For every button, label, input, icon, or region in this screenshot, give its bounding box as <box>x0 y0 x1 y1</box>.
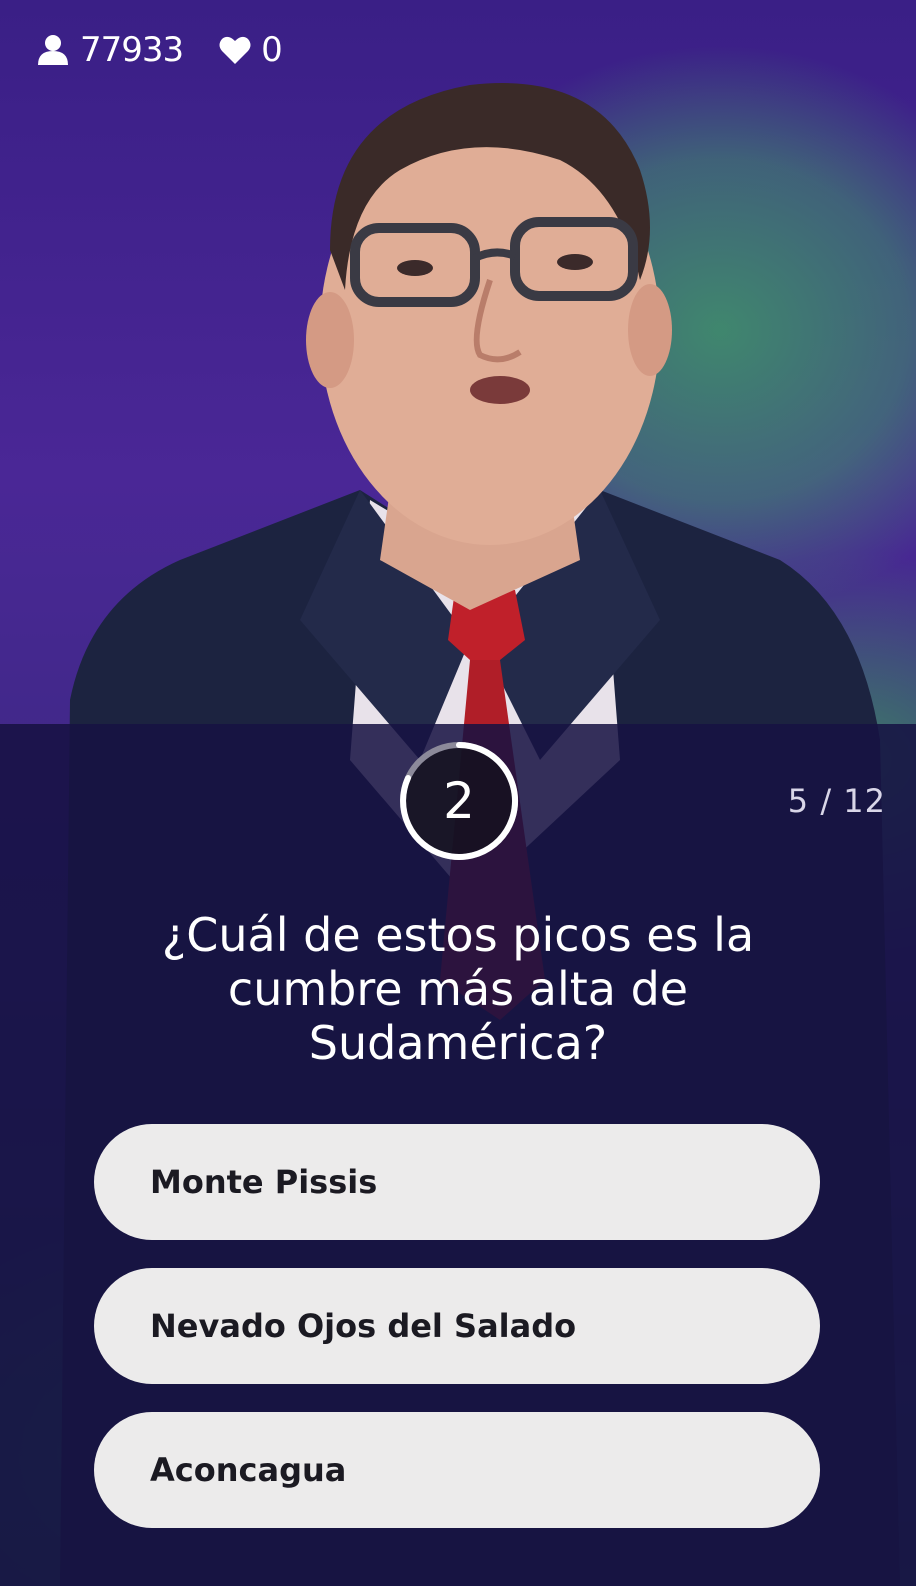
answer-option-1[interactable]: Monte Pissis <box>94 1124 820 1240</box>
viewer-count-value: 77933 <box>80 30 184 70</box>
user-icon <box>38 35 68 65</box>
countdown-timer: 2 <box>396 738 522 864</box>
countdown-value: 2 <box>443 772 475 830</box>
question-progress: 5 / 12 <box>787 782 886 820</box>
answer-option-label: Monte Pissis <box>150 1163 378 1201</box>
answer-option-3[interactable]: Aconcagua <box>94 1412 820 1528</box>
status-bar: 77933 0 <box>36 30 283 70</box>
answer-option-label: Aconcagua <box>150 1451 347 1489</box>
trivia-screen: 77933 0 2 5 / 12 ¿Cuál de estos picos es… <box>0 0 916 1586</box>
answer-option-2[interactable]: Nevado Ojos del Salado <box>94 1268 820 1384</box>
question-text: ¿Cuál de estos picos es la cumbre más al… <box>161 908 755 1070</box>
lives-count: 0 <box>219 30 283 70</box>
answer-option-label: Nevado Ojos del Salado <box>150 1307 577 1345</box>
lives-count-value: 0 <box>261 30 283 70</box>
heart-icon <box>219 36 251 64</box>
viewer-count: 77933 <box>36 30 184 70</box>
